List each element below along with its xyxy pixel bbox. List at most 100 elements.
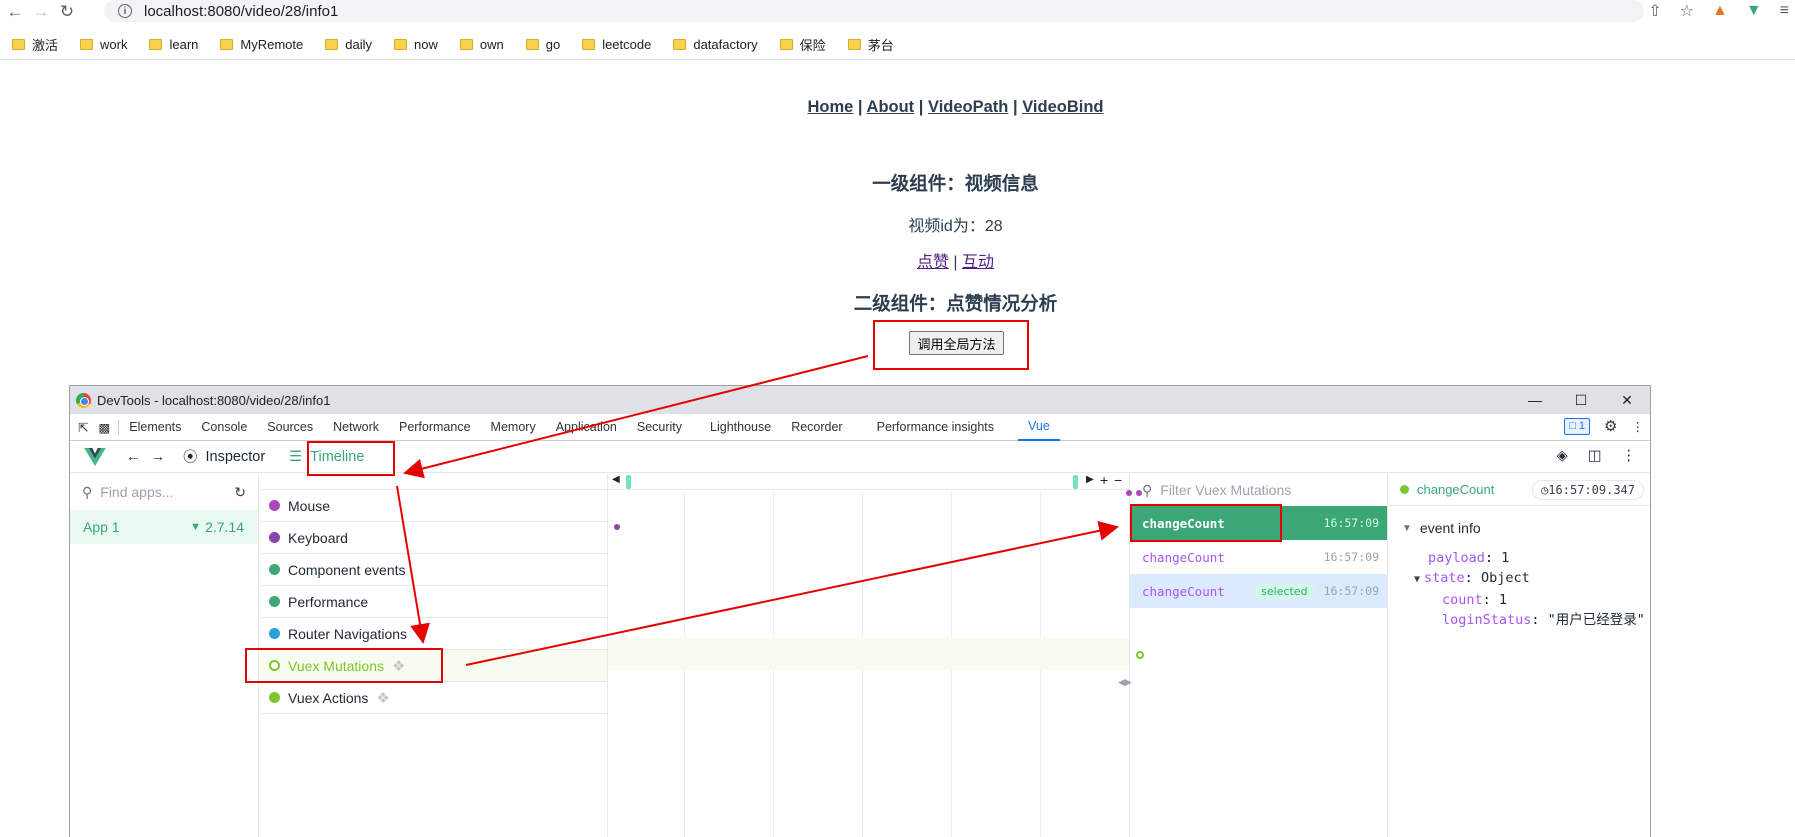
bookmark-item[interactable]: learn — [149, 37, 198, 52]
bookmark-item[interactable]: go — [525, 37, 561, 52]
mutation-time: 16:57:09 — [1323, 550, 1379, 564]
bookmark-item[interactable]: work — [80, 37, 127, 52]
devtools-tab-performance[interactable]: Performance — [389, 414, 481, 441]
zoom-in-icon[interactable]: + — [1100, 472, 1108, 488]
nav-home-link[interactable]: Home — [807, 98, 853, 116]
state-row[interactable]: ▼ state: Object — [1414, 568, 1650, 590]
bookmark-item[interactable]: 茅台 — [847, 35, 894, 54]
site-info-icon[interactable]: i — [118, 4, 132, 18]
like-link[interactable]: 点赞 — [917, 254, 949, 271]
devtools-tab-application[interactable]: Application — [546, 414, 627, 441]
timeline-layer[interactable]: Router Navigations ❖ — [260, 618, 607, 650]
clear-icon[interactable]: ◫ — [1588, 448, 1602, 464]
nav-about-link[interactable]: About — [867, 98, 915, 116]
issues-badge[interactable]: □ 1 — [1564, 417, 1591, 435]
forward-icon[interactable]: → — [30, 1, 52, 23]
event-info-section[interactable]: ▼ event info — [1402, 520, 1650, 536]
mutation-row[interactable]: changeCount selected 16:57:09 — [1130, 574, 1387, 608]
back-arrow-icon[interactable]: ← — [126, 449, 141, 465]
apps-sidebar: ⚲ Find apps... ↻ App 1 ▼ 2.7.14 — [70, 474, 259, 837]
mutation-row[interactable]: changeCount 16:57:09 — [1130, 540, 1387, 574]
vue-extension-icon[interactable]: ▼ — [1746, 2, 1762, 20]
timeline-layer[interactable]: Mouse — [260, 490, 607, 522]
more-icon[interactable]: ⋮ — [1632, 419, 1645, 434]
range-handle-left[interactable] — [626, 475, 631, 489]
bookmark-item[interactable]: now — [394, 37, 438, 52]
inspect-element-icon[interactable]: ⇱ — [70, 414, 94, 441]
payload-row: payload: 1 — [1428, 550, 1510, 566]
expand-icon: ▼ — [1414, 574, 1421, 585]
metamask-icon[interactable]: ▲ — [1712, 2, 1728, 20]
devtools-tab-console[interactable]: Console — [191, 414, 257, 441]
devtools-tab-vue[interactable]: Vue — [1018, 414, 1060, 441]
maximize-icon[interactable]: ☐ — [1558, 386, 1604, 414]
more-vert-icon[interactable]: ⋮ — [1622, 448, 1637, 464]
bookmark-item[interactable]: MyRemote — [220, 37, 303, 52]
bookmark-item[interactable]: leetcode — [582, 37, 651, 52]
nav-separator: | — [857, 98, 863, 116]
bookmark-item[interactable]: daily — [325, 37, 372, 52]
bookmark-label: MyRemote — [240, 37, 304, 52]
timeline-layer[interactable]: Component events — [260, 554, 607, 586]
bookmark-item[interactable]: 激活 — [12, 35, 58, 54]
close-icon[interactable]: ✕ — [1604, 386, 1650, 414]
devtools-tab-elements[interactable]: Elements — [119, 414, 191, 441]
settings-icon[interactable]: ⚙ — [1604, 417, 1617, 435]
back-icon[interactable]: ← — [4, 1, 26, 23]
timeline-layer[interactable]: Performance — [260, 586, 607, 618]
plugin-icon: ❖ — [415, 625, 429, 643]
devtools-tab-memory[interactable]: Memory — [481, 414, 546, 441]
minimize-icon[interactable]: — — [1512, 386, 1558, 414]
folder-icon — [149, 39, 163, 50]
reload-icon[interactable]: ↻ — [56, 1, 78, 23]
folder-icon — [525, 39, 539, 50]
device-toolbar-icon[interactable]: ▩ — [94, 419, 120, 435]
refresh-icon[interactable]: ↻ — [234, 484, 246, 501]
scroll-left-icon[interactable]: ◀ — [612, 474, 620, 485]
bookmark-item[interactable]: datafactory — [673, 37, 758, 52]
devtools-tab-network[interactable]: Network — [323, 414, 389, 441]
timeline-layer[interactable]: Keyboard — [260, 522, 607, 554]
range-handle-right[interactable] — [1073, 475, 1078, 489]
folder-icon — [847, 39, 861, 50]
devtools-tab-lighthouse[interactable]: Lighthouse — [700, 414, 781, 441]
search-icon: ⚲ — [82, 483, 93, 500]
count-key: count — [1442, 592, 1483, 608]
interact-link[interactable]: 互动 — [962, 254, 994, 271]
keyboard-event-dot[interactable] — [614, 524, 620, 530]
bookmark-item[interactable]: 保险 — [779, 35, 826, 54]
payload-value: 1 — [1501, 550, 1510, 566]
find-apps-field[interactable]: ⚲ Find apps... ↻ — [70, 474, 258, 510]
bookmark-item[interactable]: own — [459, 37, 504, 52]
nav-videobind-link[interactable]: VideoBind — [1022, 98, 1103, 116]
app-item[interactable]: App 1 ▼ 2.7.14 — [70, 510, 258, 544]
folder-icon — [325, 39, 339, 50]
timeline-scrubber[interactable]: ◀ ▶ + − — [608, 472, 1129, 490]
layer-color-dot — [269, 628, 280, 639]
bookmark-label: go — [545, 37, 561, 52]
url-text: localhost:8080/video/28/info1 — [144, 2, 339, 20]
payload-key: payload — [1428, 550, 1485, 566]
sub-links: 点赞 | 互动 — [0, 248, 1795, 272]
star-icon[interactable]: ☆ — [1680, 1, 1694, 21]
forward-arrow-icon[interactable]: → — [151, 449, 166, 465]
state-key: state — [1424, 570, 1465, 586]
inspector-tab[interactable]: Inspector — [206, 449, 266, 465]
share-icon[interactable]: ⇧ — [1648, 1, 1661, 21]
menu-icon[interactable]: ≡ — [1780, 2, 1789, 20]
address-bar[interactable]: i localhost:8080/video/28/info1 — [104, 0, 1644, 22]
filter-mutations-field[interactable]: ⚲ Filter Vuex Mutations — [1130, 474, 1387, 506]
devtools-tab-sources[interactable]: Sources — [257, 414, 323, 441]
devtools-tab-performance-insights[interactable]: Performance insights — [867, 414, 1004, 441]
scroll-right-icon[interactable]: ▶ — [1086, 474, 1094, 485]
search-icon: ⚲ — [1142, 481, 1153, 498]
folder-icon — [673, 39, 687, 50]
devtools-tab-recorder[interactable]: Recorder — [781, 414, 852, 441]
link-separator: | — [953, 254, 958, 271]
timeline-layer[interactable]: Vuex Actions ❖ — [260, 682, 607, 714]
nav-videopath-link[interactable]: VideoPath — [928, 98, 1008, 116]
count-row: count: 1 — [1442, 592, 1508, 608]
zoom-out-icon[interactable]: − — [1114, 472, 1122, 488]
devtools-tab-security[interactable]: Security — [627, 414, 692, 441]
layers-icon[interactable]: ◈ — [1557, 448, 1568, 464]
